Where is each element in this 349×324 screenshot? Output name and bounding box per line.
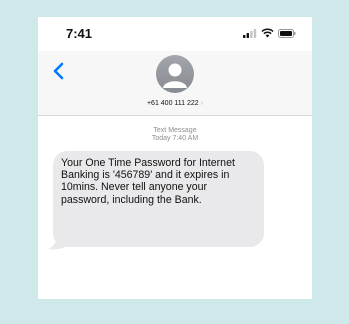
message-text: Your One Time Password for Internet Bank…: [61, 157, 235, 206]
message-bubble[interactable]: Your One Time Password for Internet Bank…: [53, 151, 264, 247]
contact-name[interactable]: +61 400 111 222 ›: [38, 100, 312, 107]
contact-avatar[interactable]: [156, 55, 194, 93]
message-meta: Text Message Today 7:40 AM: [38, 127, 312, 143]
status-bar: 7:41: [38, 17, 312, 51]
contact-number: +61 400 111 222: [146, 100, 199, 107]
phone-screen: 7:41 +61 400 111 222 › Text Message Toda…: [38, 17, 312, 299]
battery-icon: [278, 28, 296, 38]
bubble-tail: [48, 237, 65, 250]
message-timestamp: Today 7:40 AM: [151, 135, 199, 142]
conversation-header: +61 400 111 222 ›: [38, 51, 312, 116]
person-icon: [163, 63, 187, 88]
chevron-left-icon: [53, 62, 64, 80]
wifi-icon: [261, 28, 274, 38]
status-time: 7:41: [66, 26, 93, 41]
back-button[interactable]: [48, 59, 72, 83]
message-type: Text Message: [153, 127, 197, 134]
status-icons: [243, 28, 296, 38]
contact-chevron-icon: ›: [200, 100, 204, 107]
cellular-signal-icon: [243, 28, 257, 38]
